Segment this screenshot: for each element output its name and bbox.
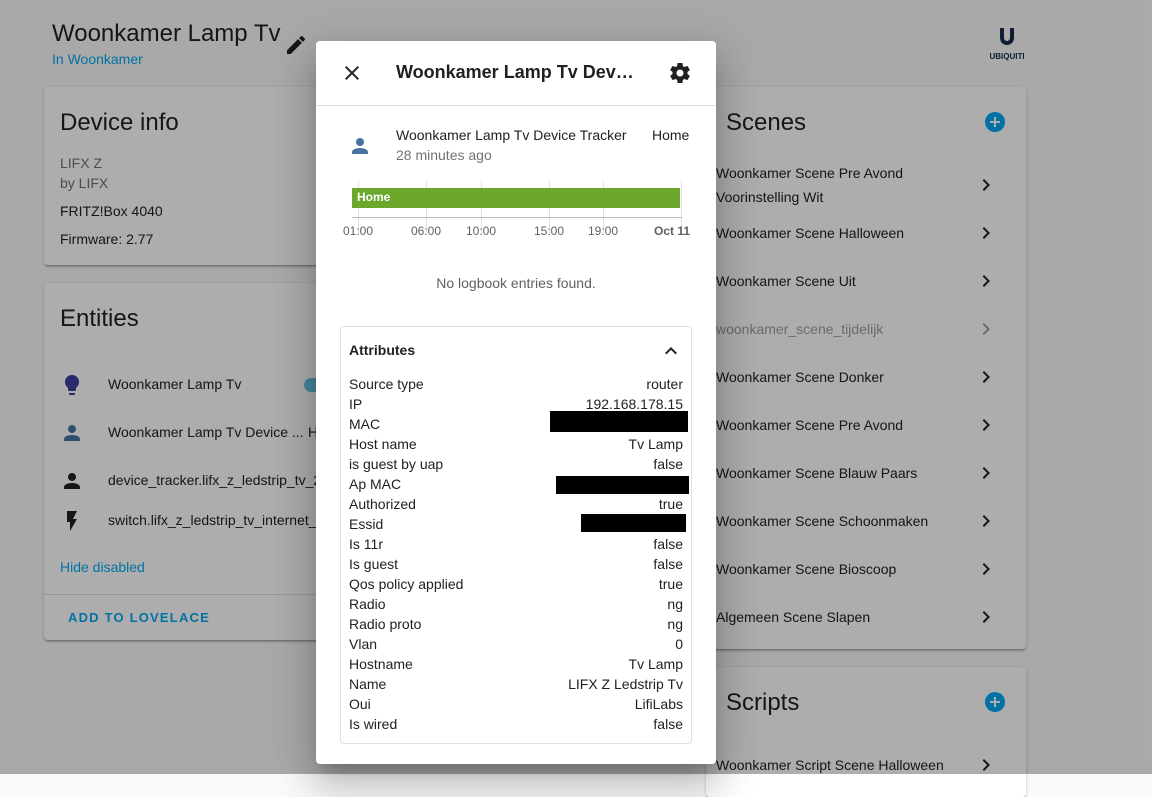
attribute-row: Host name Tv Lamp	[349, 434, 683, 454]
attribute-value: ng	[667, 616, 683, 632]
dialog-header: Woonkamer Lamp Tv Device...	[316, 41, 716, 106]
attribute-row: Radio ng	[349, 594, 683, 614]
chevron-up-icon[interactable]	[659, 339, 683, 363]
attribute-value: 0	[675, 636, 683, 652]
attribute-row: is guest by uap false	[349, 454, 683, 474]
attribute-value: ng	[667, 596, 683, 612]
attribute-key: IP	[349, 396, 363, 412]
attribute-value: LIFX Z Ledstrip Tv	[568, 676, 683, 692]
attribute-key: Essid	[349, 516, 384, 532]
timeline-axis	[352, 217, 682, 218]
attribute-value: Tv Lamp	[628, 656, 683, 672]
attribute-value: false	[653, 536, 683, 552]
timeline-bar[interactable]: Home	[352, 188, 680, 208]
attribute-value: 192.168.178.15	[585, 396, 683, 412]
attribute-value: true	[658, 496, 683, 512]
attribute-value: false	[653, 456, 683, 472]
attribute-row: Radio proto ng	[349, 614, 683, 634]
attribute-row: Qos policy applied true	[349, 574, 683, 594]
attribute-key: Radio	[349, 596, 386, 612]
attribute-row: Vlan 0	[349, 634, 683, 654]
attributes-title[interactable]: Attributes	[349, 342, 415, 358]
timeline-tick-label: 10:00	[466, 224, 497, 238]
timeline-tick-label: 01:00	[343, 224, 374, 238]
timeline-tick-label: 06:00	[411, 224, 442, 238]
attribute-row: Hostname Tv Lamp	[349, 654, 683, 674]
timeline-bar-label: Home	[357, 190, 391, 204]
attribute-value: true	[658, 576, 683, 592]
attribute-key: Hostname	[349, 656, 413, 672]
dialog-title: Woonkamer Lamp Tv Device...	[396, 62, 636, 82]
attribute-key: Radio proto	[349, 616, 422, 632]
attribute-value: false	[653, 716, 683, 732]
attribute-row: Is 11r false	[349, 534, 683, 554]
attribute-row: Authorized true	[349, 494, 683, 514]
timeline-tick-label: 19:00	[588, 224, 619, 238]
attribute-key: Vlan	[349, 636, 378, 652]
history-timeline: Home 01:00 06:00 10:00 15:00 19:00 Oct 1…	[342, 181, 692, 241]
attribute-row: Name LIFX Z Ledstrip Tv	[349, 674, 683, 694]
entity-state: Home	[652, 127, 690, 143]
attribute-key: is guest by uap	[349, 456, 444, 472]
attribute-key: Oui	[349, 696, 371, 712]
attribute-row: Is wired false	[349, 714, 683, 734]
entity-name: Woonkamer Lamp Tv Device Tracker	[396, 127, 627, 143]
attribute-value: Tv Lamp	[628, 436, 683, 452]
attribute-row: Is guest false	[349, 554, 683, 574]
attribute-key: Host name	[349, 436, 417, 452]
attribute-key: Is wired	[349, 716, 398, 732]
last-changed: 28 minutes ago	[396, 147, 492, 163]
redaction-block	[556, 476, 689, 494]
gear-icon[interactable]	[668, 61, 692, 85]
attribute-key: Ap MAC	[349, 476, 402, 492]
redaction-block	[581, 514, 686, 532]
logbook-empty: No logbook entries found.	[436, 275, 596, 291]
attribute-key: MAC	[349, 416, 381, 432]
timeline-tick-label: Oct 11	[654, 224, 691, 238]
more-info-dialog: Woonkamer Lamp Tv Device... Woonkamer La…	[316, 41, 716, 764]
attribute-key: Authorized	[349, 496, 416, 512]
attribute-key: Source type	[349, 376, 424, 392]
close-icon[interactable]	[340, 61, 364, 85]
attribute-value: false	[653, 556, 683, 572]
attribute-value: router	[646, 376, 683, 392]
account-icon	[352, 138, 368, 154]
attribute-value: LifiLabs	[634, 696, 683, 712]
attributes-panel: Attributes Source type router IP 192.168.1…	[340, 326, 692, 744]
redaction-block	[550, 411, 688, 432]
attribute-key: Is 11r	[349, 536, 383, 552]
attribute-key: Name	[349, 676, 387, 692]
attribute-row: Source type router	[349, 374, 683, 394]
attribute-key: Is guest	[349, 556, 399, 572]
attribute-key: Qos policy applied	[349, 576, 464, 592]
timeline-tick-label: 15:00	[534, 224, 565, 238]
attribute-row: Oui LifiLabs	[349, 694, 683, 714]
